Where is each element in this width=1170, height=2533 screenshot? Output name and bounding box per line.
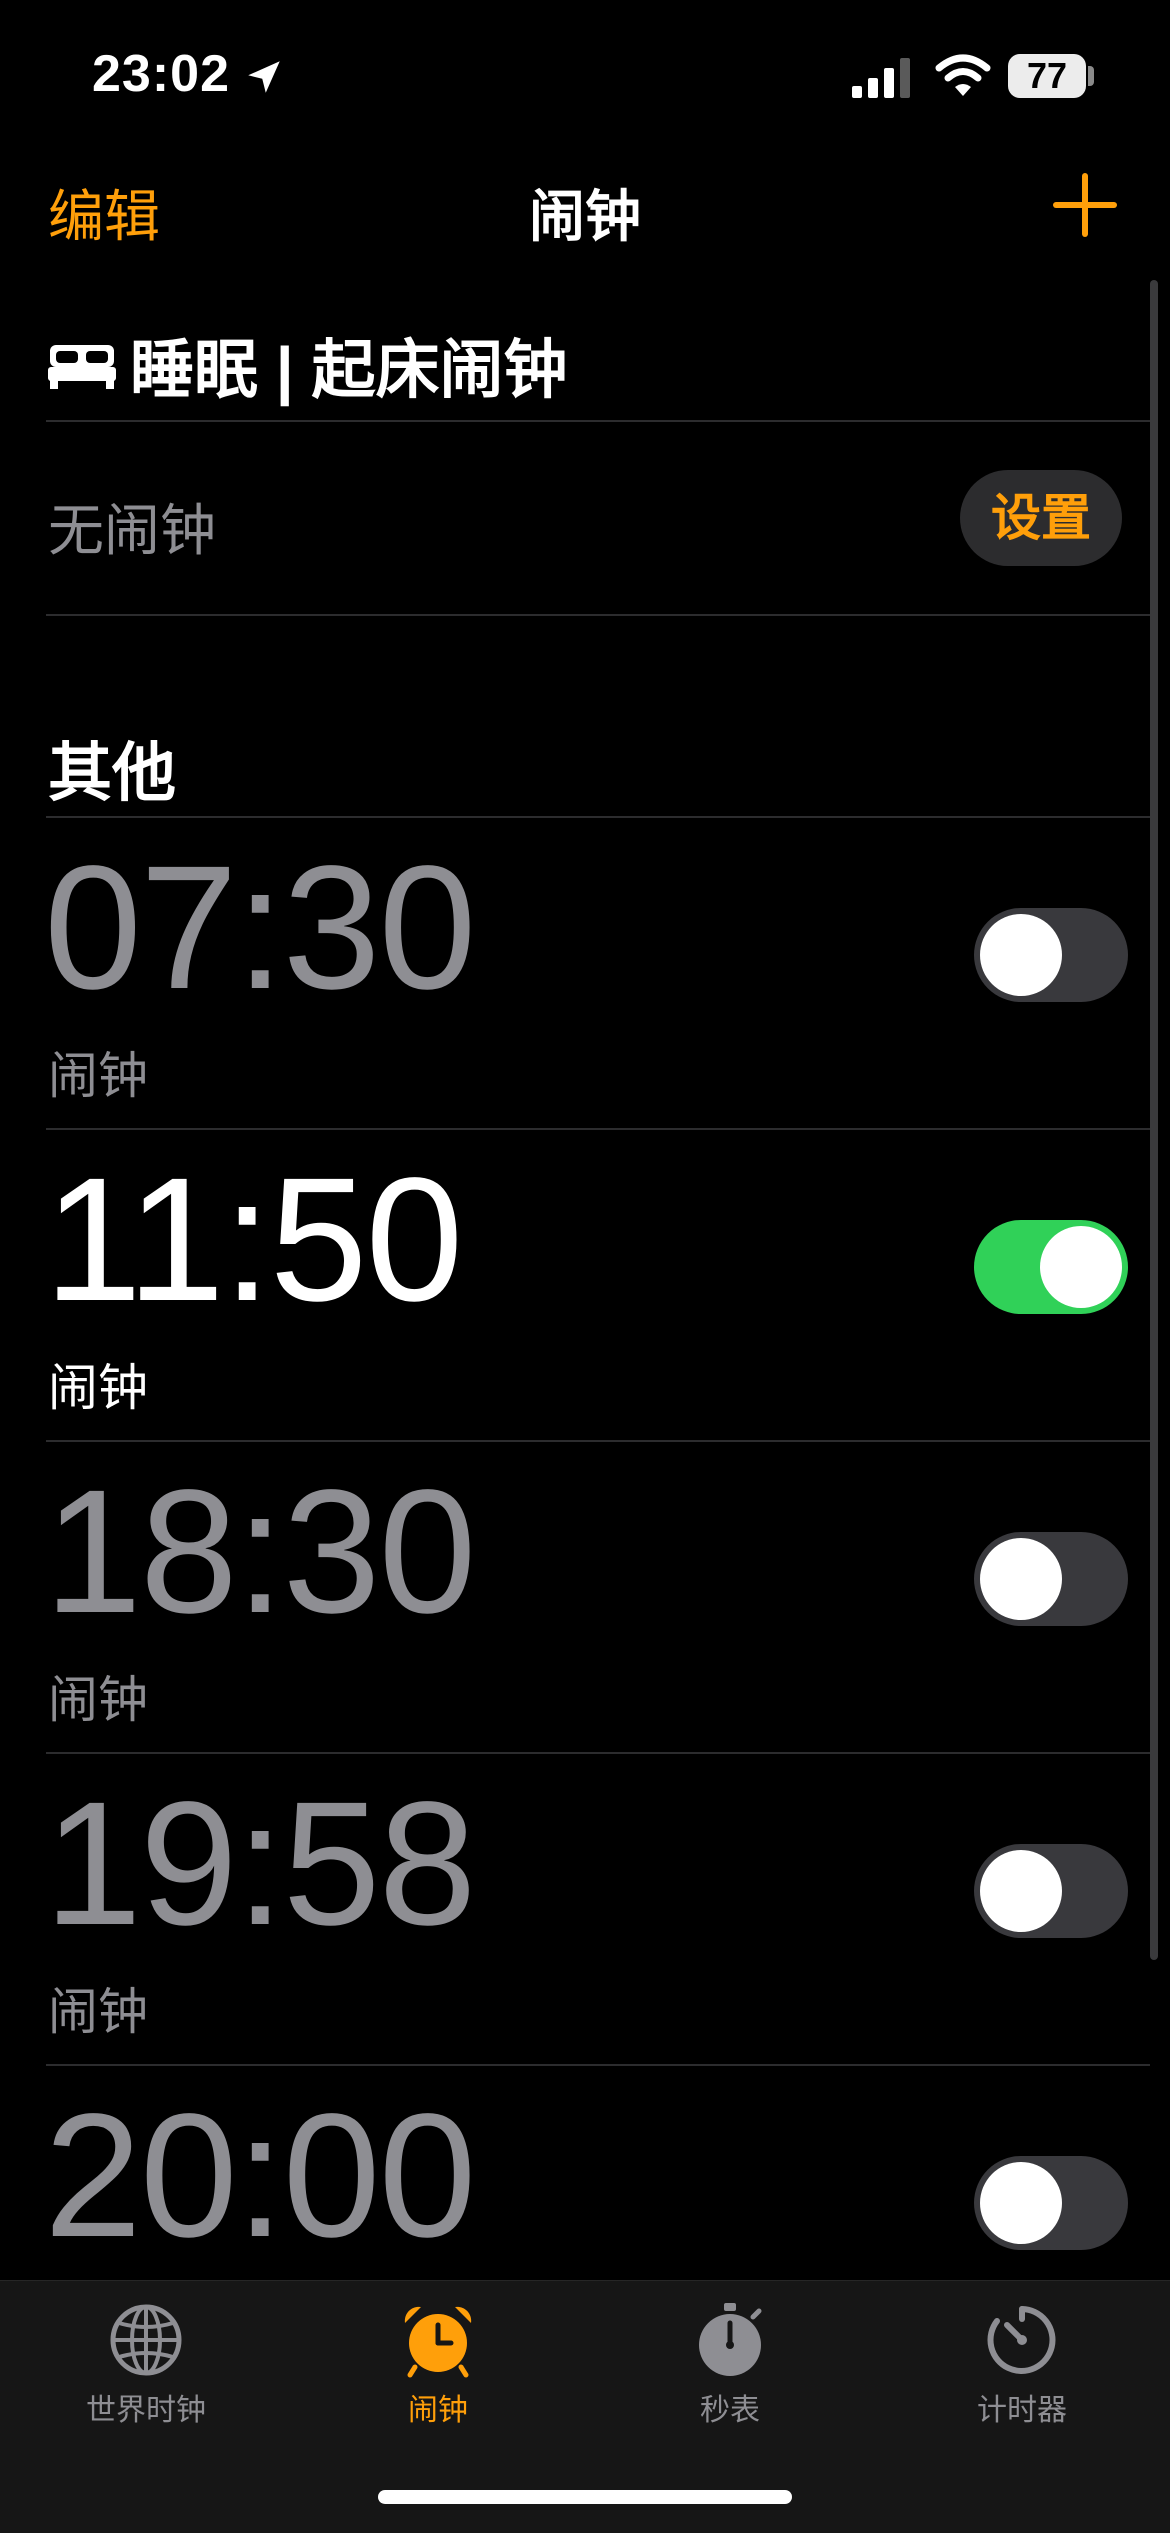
toggle-knob xyxy=(1040,1226,1122,1308)
page-title: 闹钟 xyxy=(529,185,641,248)
alarm-row[interactable]: 18:30 闹钟 xyxy=(0,1442,1170,1754)
tab-label: 世界时钟 xyxy=(86,2394,206,2427)
bed-icon xyxy=(48,345,116,389)
alarm-toggle[interactable] xyxy=(974,908,1128,1002)
status-bar: 23:02 77 xyxy=(0,0,1170,150)
tab-timer[interactable]: 计时器 xyxy=(912,2301,1132,2451)
alarm-toggle[interactable] xyxy=(974,1844,1128,1938)
stopwatch-icon xyxy=(699,2303,762,2376)
alarm-toggle[interactable] xyxy=(974,2156,1128,2250)
toggle-knob xyxy=(980,914,1062,996)
location-arrow-icon xyxy=(248,61,280,93)
battery-level: 77 xyxy=(1008,54,1086,98)
toggle-knob xyxy=(980,1538,1062,1620)
globe-icon xyxy=(110,2304,182,2376)
toggle-knob xyxy=(980,1850,1062,1932)
alarm-label: 闹钟 xyxy=(48,1672,148,1728)
sleep-status: 无闹钟 xyxy=(48,499,216,562)
sleep-section-header: 睡眠 | 起床闹钟 xyxy=(48,320,567,410)
home-indicator[interactable] xyxy=(378,2490,792,2504)
edit-button[interactable]: 编辑 xyxy=(48,172,160,253)
status-time: 23:02 xyxy=(92,45,230,103)
timer-icon xyxy=(987,2306,1056,2374)
tab-label: 计时器 xyxy=(977,2394,1067,2427)
alarm-row[interactable]: 20:00 闹钟 xyxy=(0,2066,1170,2280)
tab-alarm[interactable]: 闹钟 xyxy=(328,2301,548,2451)
alarm-time: 19:58 xyxy=(44,1766,476,1962)
alarm-time: 11:50 xyxy=(44,1142,463,1338)
alarm-clock-icon xyxy=(404,2306,472,2378)
wifi-icon xyxy=(935,54,991,96)
tab-stopwatch[interactable]: 秒表 xyxy=(620,2301,840,2451)
cellular-signal-icon xyxy=(852,58,910,98)
toggle-knob xyxy=(980,2162,1062,2244)
alarm-time: 18:30 xyxy=(44,1454,476,1650)
alarm-row[interactable]: 07:30 闹钟 xyxy=(0,818,1170,1130)
alarm-row[interactable]: 11:50 闹钟 xyxy=(0,1130,1170,1442)
tab-world-clock[interactable]: 世界时钟 xyxy=(36,2301,256,2451)
battery-tip xyxy=(1088,66,1094,86)
plus-icon[interactable] xyxy=(1050,170,1120,240)
alarm-time: 20:00 xyxy=(44,2078,476,2274)
tab-label: 秒表 xyxy=(700,2394,760,2427)
other-section-title: 其他 xyxy=(48,737,176,809)
alarm-label: 闹钟 xyxy=(48,1048,148,1104)
setup-button[interactable]: 设置 xyxy=(960,470,1122,566)
alarm-row[interactable]: 19:58 闹钟 xyxy=(0,1754,1170,2066)
sleep-section-title: 睡眠 | 起床闹钟 xyxy=(130,334,568,406)
tab-label: 闹钟 xyxy=(408,2394,468,2427)
alarm-toggle[interactable] xyxy=(974,1220,1128,1314)
alarm-time: 07:30 xyxy=(44,830,476,1026)
alarm-label: 闹钟 xyxy=(48,1360,148,1416)
divider xyxy=(46,420,1150,422)
divider xyxy=(46,614,1150,616)
alarm-label: 闹钟 xyxy=(48,1984,148,2040)
alarm-toggle[interactable] xyxy=(974,1532,1128,1626)
